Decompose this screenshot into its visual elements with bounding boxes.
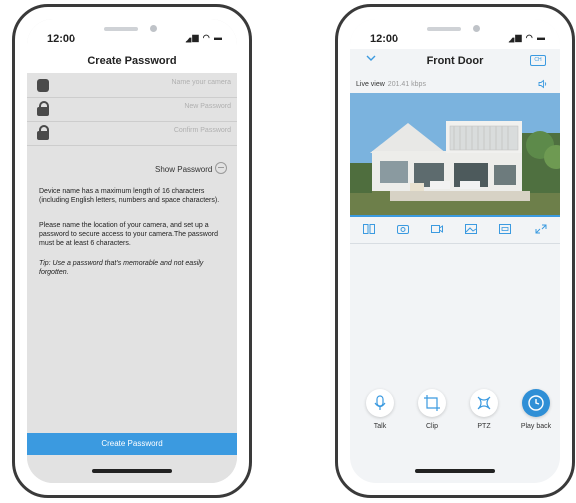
status-time: 12:00 (47, 33, 76, 45)
playback-button[interactable] (522, 389, 550, 417)
confirm-password-placeholder: Confirm Password (173, 127, 231, 134)
clip-label: Clip (425, 423, 439, 430)
talk-button[interactable] (366, 389, 394, 417)
notch (72, 19, 192, 45)
playback-label: Play back (520, 423, 552, 430)
crop-icon (424, 395, 440, 411)
playback-action[interactable]: Play back (516, 389, 556, 430)
home-indicator[interactable] (92, 469, 172, 473)
bitrate: 201.41 kbps (387, 81, 426, 88)
split-view-icon[interactable] (362, 223, 376, 235)
status-time: 12:00 (370, 33, 399, 45)
confirm-password-field[interactable]: Confirm Password (27, 121, 237, 146)
microphone-icon (374, 395, 386, 410)
live-view-label: Live view 201.41 kbps (356, 81, 426, 88)
page-title: Front Door (426, 55, 484, 67)
lock-check-icon (37, 125, 49, 140)
phone-left: 12:00 ▂▄▆ ◠ ▬ Create Password Name your … (12, 4, 252, 498)
show-password-label: Show Password (155, 165, 213, 174)
info-text-password: Please name the location of your camera,… (39, 222, 218, 247)
camera-name-placeholder: Name your camera (171, 79, 231, 86)
ptz-action[interactable]: PTZ (464, 389, 504, 430)
ptz-button[interactable] (470, 389, 498, 417)
snapshot-icon[interactable] (396, 223, 410, 235)
create-password-screen: 12:00 ▂▄▆ ◠ ▬ Create Password Name your … (27, 19, 237, 483)
create-password-button[interactable]: Create Password (27, 433, 237, 455)
talk-action[interactable]: Talk (360, 389, 400, 430)
live-video-feed[interactable] (350, 93, 560, 215)
clip-action[interactable]: Clip (412, 389, 452, 430)
talk-label: Talk (373, 423, 387, 430)
notch (395, 19, 515, 45)
action-bar: Talk Clip PTZ Play back (350, 389, 560, 449)
control-toolbar (350, 217, 560, 244)
record-icon[interactable] (430, 223, 444, 235)
clock-icon (528, 395, 544, 411)
home-indicator[interactable] (415, 469, 495, 473)
info-text-name: Device name has a maximum length of 16 c… (39, 188, 220, 204)
new-password-placeholder: New Password (184, 103, 231, 110)
camera-name-field[interactable]: Name your camera (27, 73, 237, 98)
clip-button[interactable] (418, 389, 446, 417)
phone-right: 12:00 ▂▄▆ ◠ ▬ Front Door CH Live view 201… (335, 4, 575, 498)
live-label: Live view (356, 81, 385, 88)
page-title: Create Password (27, 49, 237, 73)
ptz-label: PTZ (477, 423, 491, 430)
speaker-icon[interactable] (538, 79, 548, 89)
tip-text: Tip: Use a password that's memorable and… (39, 260, 204, 276)
ptz-icon (477, 396, 491, 410)
show-password-toggle[interactable] (215, 162, 227, 174)
fullscreen-icon[interactable] (534, 223, 548, 235)
camera-icon (37, 77, 49, 92)
hd-icon[interactable] (498, 223, 512, 235)
image-icon[interactable] (464, 223, 478, 235)
lock-icon (37, 101, 49, 116)
house-scene-image (350, 93, 560, 215)
new-password-field[interactable]: New Password (27, 97, 237, 122)
channel-icon[interactable]: CH (530, 55, 546, 66)
live-view-screen: 12:00 ▂▄▆ ◠ ▬ Front Door CH Live view 201… (350, 19, 560, 483)
chevron-down-icon[interactable] (366, 53, 376, 63)
